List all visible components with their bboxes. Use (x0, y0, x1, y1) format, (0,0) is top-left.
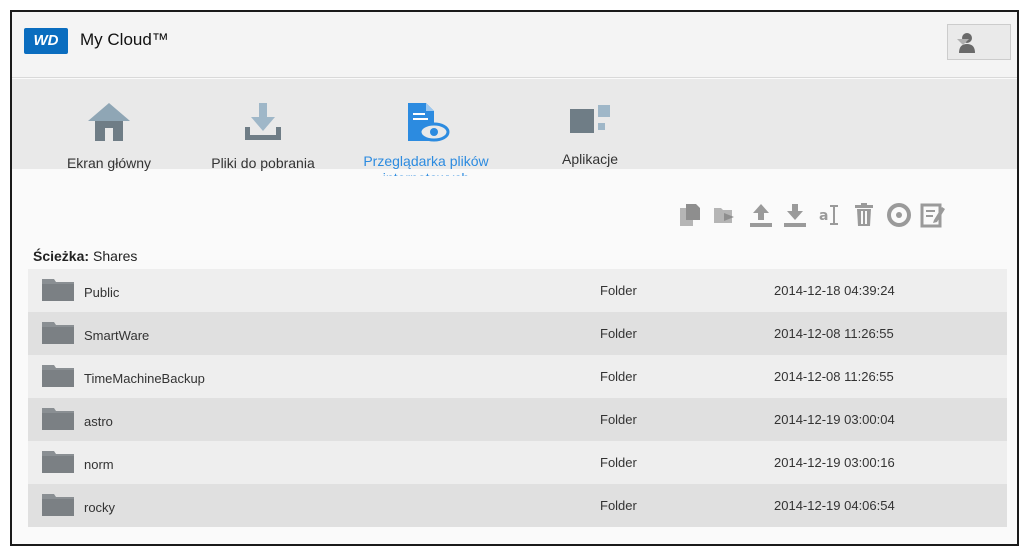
top-bar: WD My Cloud™ (12, 12, 1017, 78)
main-nav: Ekran główny Pliki do pobrania Przegląda… (12, 79, 1017, 176)
path-value[interactable]: Shares (93, 248, 137, 264)
file-date: 2014-12-08 11:26:55 (774, 369, 894, 384)
file-name[interactable]: norm (84, 457, 114, 472)
folder-icon (42, 451, 74, 473)
file-type: Folder (600, 498, 637, 513)
user-menu-button[interactable] (947, 24, 1011, 60)
nav-item-home[interactable]: Ekran główny (54, 79, 164, 171)
table-row[interactable]: TimeMachineBackup Folder 2014-12-08 11:2… (28, 355, 1007, 398)
file-date: 2014-12-19 03:00:16 (774, 455, 895, 470)
nav-item-web-file-viewer[interactable]: Przeglądarka plików internetowych (346, 79, 506, 176)
nav-label-downloads: Pliki do pobrania (211, 155, 315, 171)
folder-icon (42, 279, 74, 301)
edit-icon[interactable] (920, 202, 945, 228)
table-row[interactable]: rocky Folder 2014-12-19 04:06:54 (28, 484, 1007, 527)
file-type: Folder (600, 326, 637, 341)
rename-icon[interactable]: a (818, 202, 842, 228)
file-name[interactable]: Public (84, 285, 119, 300)
table-row[interactable]: SmartWare Folder 2014-12-08 11:26:55 (28, 312, 1007, 355)
folder-icon (42, 365, 74, 387)
folder-icon (42, 322, 74, 344)
breadcrumb: Ścieżka: Shares (33, 248, 137, 264)
nav-label-web-file-viewer: Przeglądarka plików (363, 153, 489, 169)
file-name[interactable]: rocky (84, 500, 115, 515)
nav-label-web-file-viewer-line2: internetowych (346, 170, 506, 176)
file-date: 2014-12-19 03:00:04 (774, 412, 895, 427)
home-icon (88, 103, 130, 141)
table-row[interactable]: astro Folder 2014-12-19 03:00:04 (28, 398, 1007, 441)
apps-icon (570, 105, 610, 133)
file-name[interactable]: astro (84, 414, 113, 429)
move-icon[interactable] (712, 202, 736, 228)
path-label: Ścieżka: (33, 248, 90, 264)
file-date: 2014-12-19 04:06:54 (774, 498, 895, 513)
nav-item-apps[interactable]: Aplikacje (540, 79, 640, 169)
table-row[interactable]: norm Folder 2014-12-19 03:00:16 (28, 441, 1007, 484)
web-file-viewer-icon (408, 103, 450, 142)
upload-icon[interactable] (748, 202, 772, 228)
file-type: Folder (600, 455, 637, 470)
nav-label-apps: Aplikacje (561, 151, 619, 167)
file-name[interactable]: TimeMachineBackup (84, 371, 205, 386)
app-title: My Cloud™ (80, 30, 169, 49)
wd-logo: WD (24, 28, 68, 54)
file-date: 2014-12-18 04:39:24 (774, 283, 895, 298)
svg-text:a: a (819, 208, 828, 224)
download-icon[interactable] (782, 202, 806, 228)
app-window: WD My Cloud™ Ekran główny Pliki do pobra… (10, 10, 1019, 546)
file-date: 2014-12-08 11:26:55 (774, 326, 894, 341)
file-type: Folder (600, 283, 637, 298)
delete-icon[interactable] (852, 202, 876, 228)
folder-icon (42, 408, 74, 430)
nav-label-home: Ekran główny (66, 155, 152, 171)
folder-icon (42, 494, 74, 516)
refresh-icon[interactable] (886, 202, 911, 228)
copy-icon[interactable] (678, 202, 702, 228)
download-icon (245, 103, 281, 140)
file-type: Folder (600, 369, 637, 384)
file-name[interactable]: SmartWare (84, 328, 149, 343)
table-row[interactable]: Public Folder 2014-12-18 04:39:24 (28, 269, 1007, 312)
file-type: Folder (600, 412, 637, 427)
chevron-down-icon (957, 39, 969, 45)
nav-item-downloads[interactable]: Pliki do pobrania (198, 79, 328, 171)
